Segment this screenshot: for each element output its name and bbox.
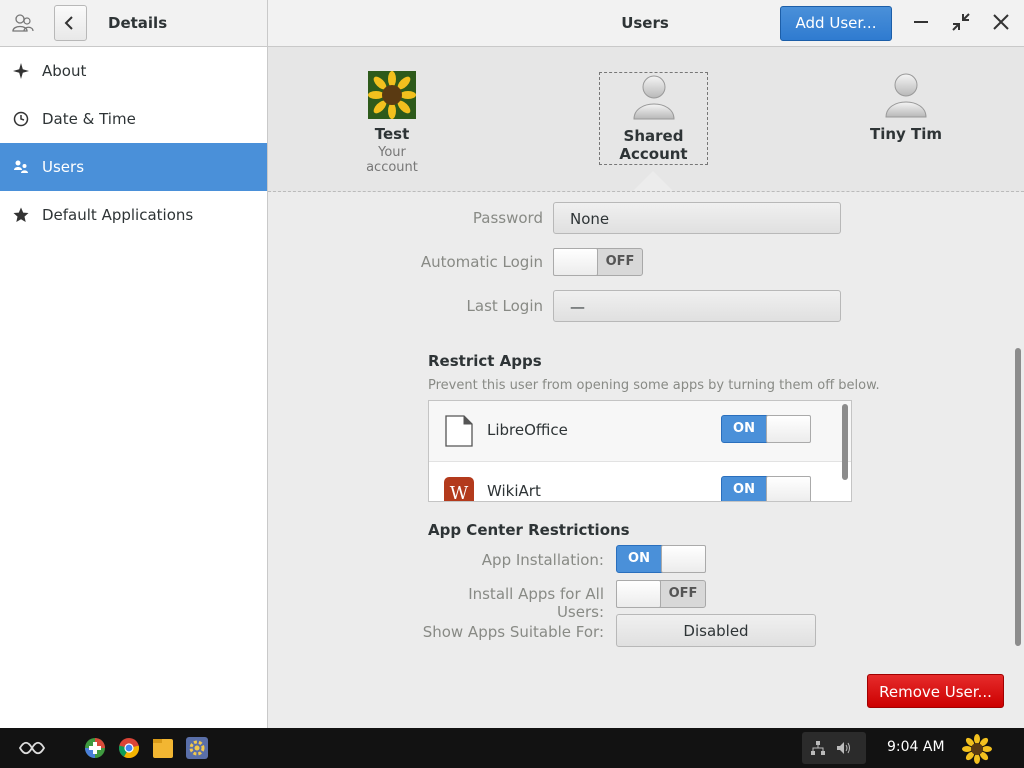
switch-state: ON <box>733 421 755 436</box>
star-icon <box>13 207 29 222</box>
users-icon <box>14 160 28 173</box>
default-avatar-icon <box>885 73 927 118</box>
app-name: LibreOffice <box>487 421 568 439</box>
sidebar-item-users[interactable]: Users <box>0 143 267 191</box>
user-details-panel: Password None Automatic Login OFF Last L… <box>268 192 1010 728</box>
switch-knob <box>553 248 598 276</box>
app-restrict-switch[interactable]: ON <box>721 476 811 501</box>
system-tray[interactable] <box>802 732 866 764</box>
endless-menu-icon[interactable] <box>18 737 46 759</box>
show-apps-suitable-label: Show Apps Suitable For: <box>422 623 604 641</box>
switch-knob <box>661 545 706 573</box>
user-subtitle: Your account <box>366 145 418 175</box>
password-label: Password <box>472 209 543 227</box>
sidebar-item-default-applications[interactable]: Default Applications <box>0 191 267 239</box>
sidebar-item-date-time[interactable]: Date & Time <box>0 95 267 143</box>
remove-user-button[interactable]: Remove User... <box>867 674 1004 708</box>
apps-list-scrollbar[interactable] <box>842 404 848 480</box>
add-user-button[interactable]: Add User... <box>780 6 892 41</box>
svg-text:W: W <box>450 483 469 502</box>
app-installation-switch[interactable]: ON <box>616 545 706 573</box>
switch-state: ON <box>733 482 755 497</box>
close-icon[interactable] <box>989 10 1013 34</box>
user-accounts-strip: Test Your account Shared Account Tiny Ti… <box>268 47 1024 192</box>
install-all-users-label: Install Apps for All Users: <box>468 585 604 621</box>
install-all-users-switch[interactable]: OFF <box>616 580 706 608</box>
network-icon[interactable] <box>810 740 826 756</box>
user-name: Shared Account <box>619 127 688 163</box>
user-tiny-tim[interactable]: Tiny Tim <box>866 71 946 143</box>
user-shared-account[interactable]: Shared Account <box>599 72 708 165</box>
user-avatar-icon[interactable] <box>962 734 992 764</box>
chevron-left-icon <box>64 16 73 30</box>
restrict-apps-description: Prevent this user from opening some apps… <box>428 378 880 393</box>
settings-icon[interactable] <box>186 737 208 759</box>
last-login-field[interactable]: — <box>553 290 841 322</box>
suitable-for-dropdown[interactable]: Disabled <box>616 614 816 647</box>
minimize-icon[interactable] <box>909 10 933 34</box>
star-outline-icon <box>13 63 29 79</box>
sunflower-avatar-icon <box>368 71 416 119</box>
chrome-icon[interactable] <box>118 737 140 759</box>
switch-state: ON <box>628 551 650 566</box>
switch-state: OFF <box>668 586 698 601</box>
header-bar: Details Users Add User... <box>0 0 1024 47</box>
main-scrollbar[interactable] <box>1015 348 1021 646</box>
sidebar-item-label: Date & Time <box>42 110 136 128</box>
restrict-apps-title: Restrict Apps <box>428 352 542 370</box>
list-item: W WikiArt ON <box>429 462 851 502</box>
app-name: WikiArt <box>487 482 541 500</box>
restrict-apps-list: LibreOffice ON W WikiArt ON <box>428 400 852 502</box>
default-avatar-icon <box>632 75 675 120</box>
last-login-label: Last Login <box>466 297 543 315</box>
switch-knob <box>766 476 811 501</box>
unmaximize-icon[interactable] <box>949 10 973 34</box>
window-title: Users <box>621 14 669 32</box>
list-item: LibreOffice ON <box>429 401 851 462</box>
clock[interactable]: 9:04 AM <box>887 739 945 755</box>
back-button[interactable] <box>54 5 87 41</box>
app-store-icon[interactable] <box>84 737 106 759</box>
panel-title: Details <box>108 14 168 32</box>
user-name: Tiny Tim <box>869 125 943 143</box>
sidebar-item-label: Default Applications <box>42 206 194 224</box>
password-field[interactable]: None <box>553 202 841 234</box>
clock-icon <box>13 111 29 127</box>
selection-pointer <box>633 171 673 191</box>
app-center-title: App Center Restrictions <box>428 521 630 539</box>
sidebar-item-label: Users <box>42 158 85 176</box>
users-settings-icon <box>12 14 34 32</box>
app-installation-label: App Installation: <box>481 551 604 569</box>
document-icon <box>445 415 473 447</box>
automatic-login-label: Automatic Login <box>420 253 543 271</box>
wikiart-icon: W <box>444 477 474 502</box>
volume-icon[interactable] <box>836 740 852 756</box>
automatic-login-switch[interactable]: OFF <box>553 248 643 276</box>
app-restrict-switch[interactable]: ON <box>721 415 811 443</box>
switch-state: OFF <box>605 254 635 269</box>
sidebar-item-label: About <box>42 62 87 80</box>
user-test[interactable]: Test Your account <box>352 71 432 175</box>
files-icon[interactable] <box>152 737 174 759</box>
header-left: Details <box>0 0 268 46</box>
switch-knob <box>616 580 661 608</box>
sidebar: About Date & Time Users Default Applicat… <box>0 47 268 728</box>
taskbar: 9:04 AM <box>0 728 1024 768</box>
switch-knob <box>766 415 811 443</box>
sidebar-item-about[interactable]: About <box>0 47 267 95</box>
user-name: Test <box>374 125 410 143</box>
